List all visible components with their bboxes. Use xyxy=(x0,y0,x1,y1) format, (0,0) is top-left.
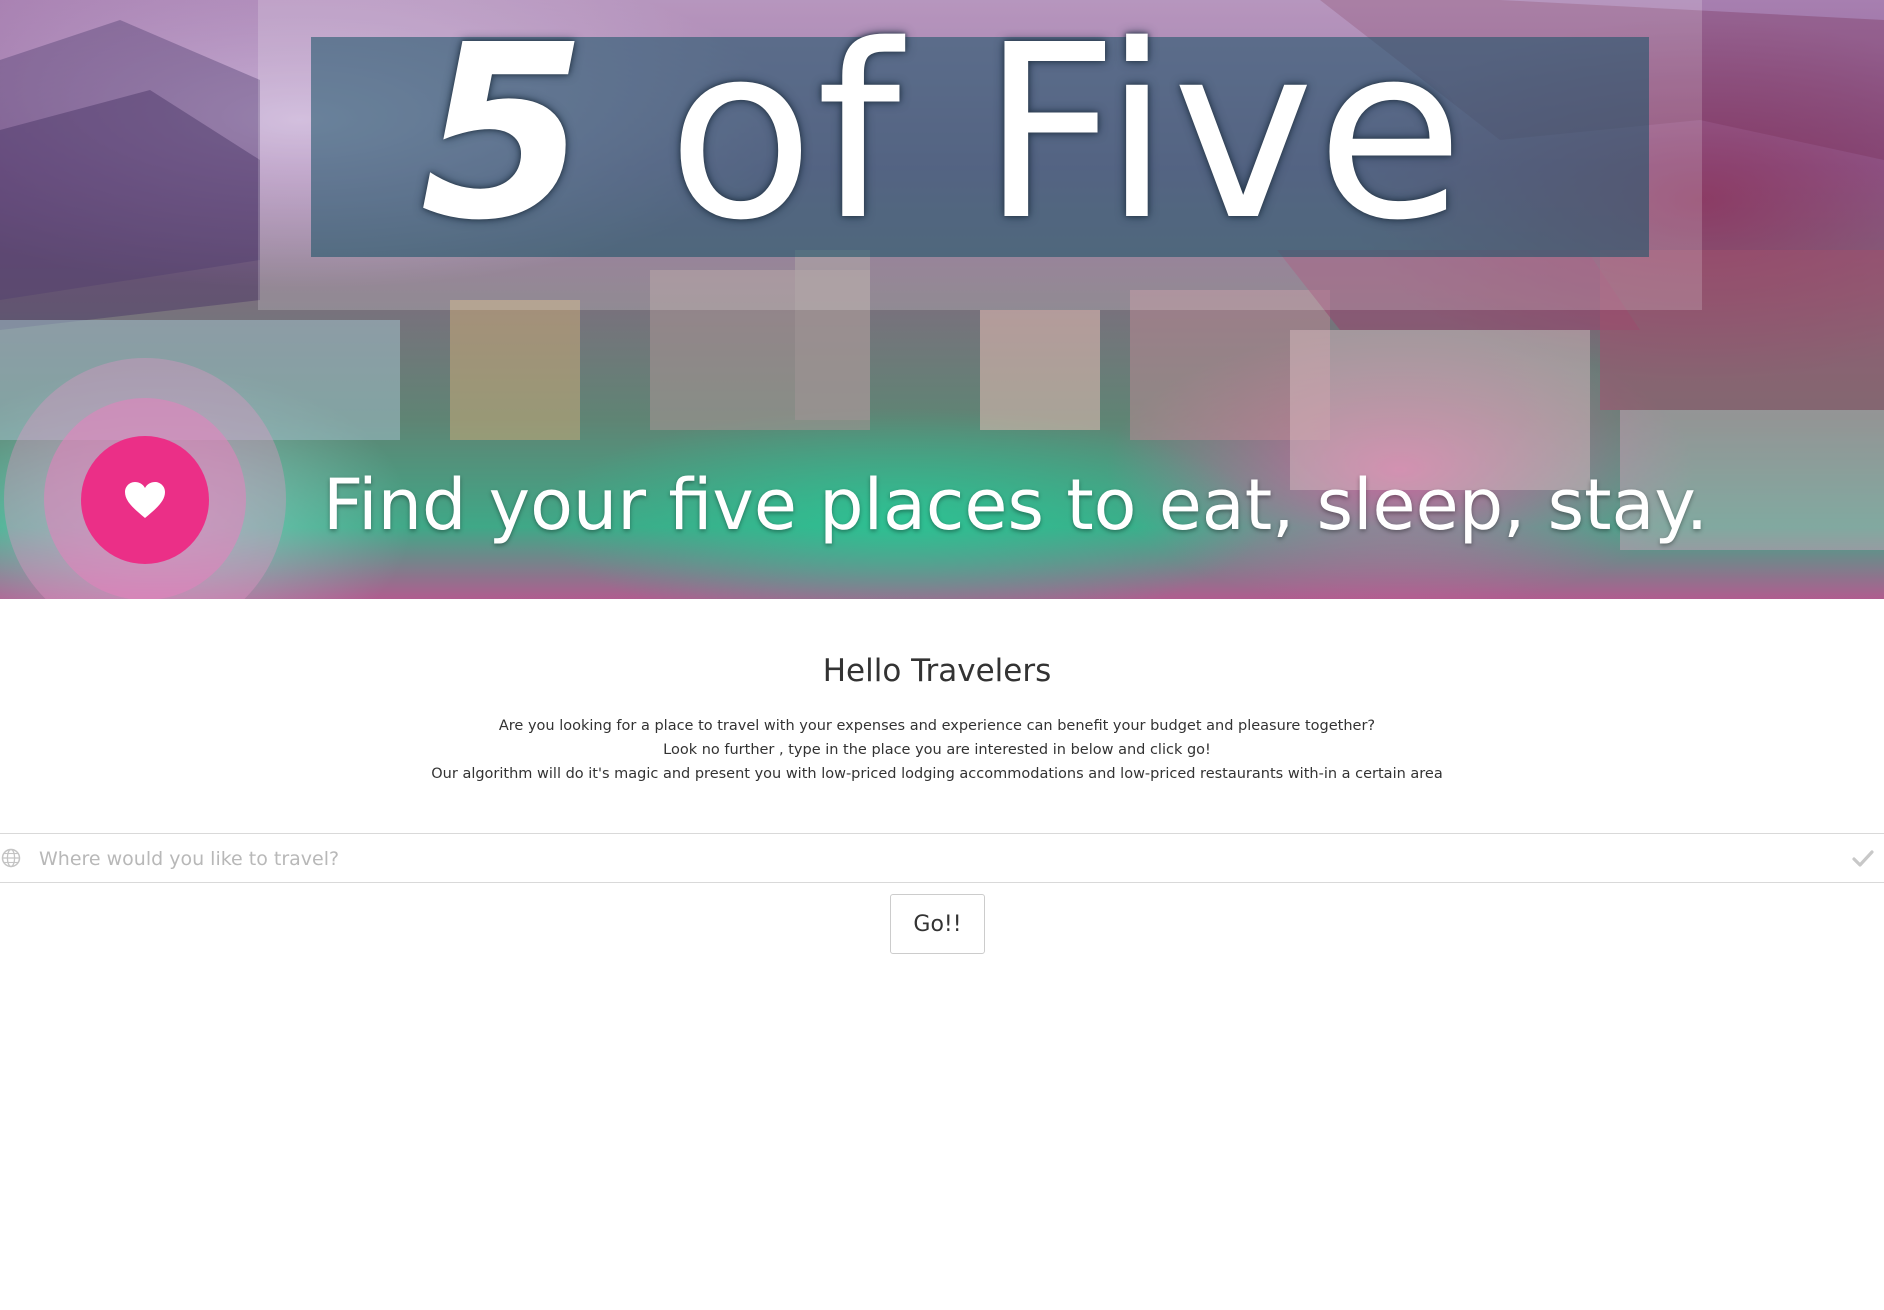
hero-tagline: Find your five places to eat, sleep, sta… xyxy=(323,464,1709,546)
check-icon xyxy=(1852,850,1874,867)
destination-search-input[interactable] xyxy=(37,840,1821,878)
favorite-button[interactable] xyxy=(81,436,209,564)
site-title: 5 of Five xyxy=(420,8,1620,258)
go-button[interactable]: Go!! xyxy=(890,894,985,954)
intro-line: Our algorithm will do it's magic and pre… xyxy=(431,766,1443,782)
title-text: of Five xyxy=(667,0,1466,273)
intro-line: Look no further , type in the place you … xyxy=(663,742,1211,758)
intro-line: Are you looking for a place to travel wi… xyxy=(498,718,1376,734)
title-number: 5 xyxy=(420,0,589,273)
heart-icon xyxy=(125,482,165,518)
search-bar xyxy=(0,833,1884,883)
globe-icon xyxy=(1,848,21,868)
hero-banner: 5 of Five Find your five places to eat, … xyxy=(0,0,1884,599)
intro-heading: Hello Travelers xyxy=(822,653,1052,689)
